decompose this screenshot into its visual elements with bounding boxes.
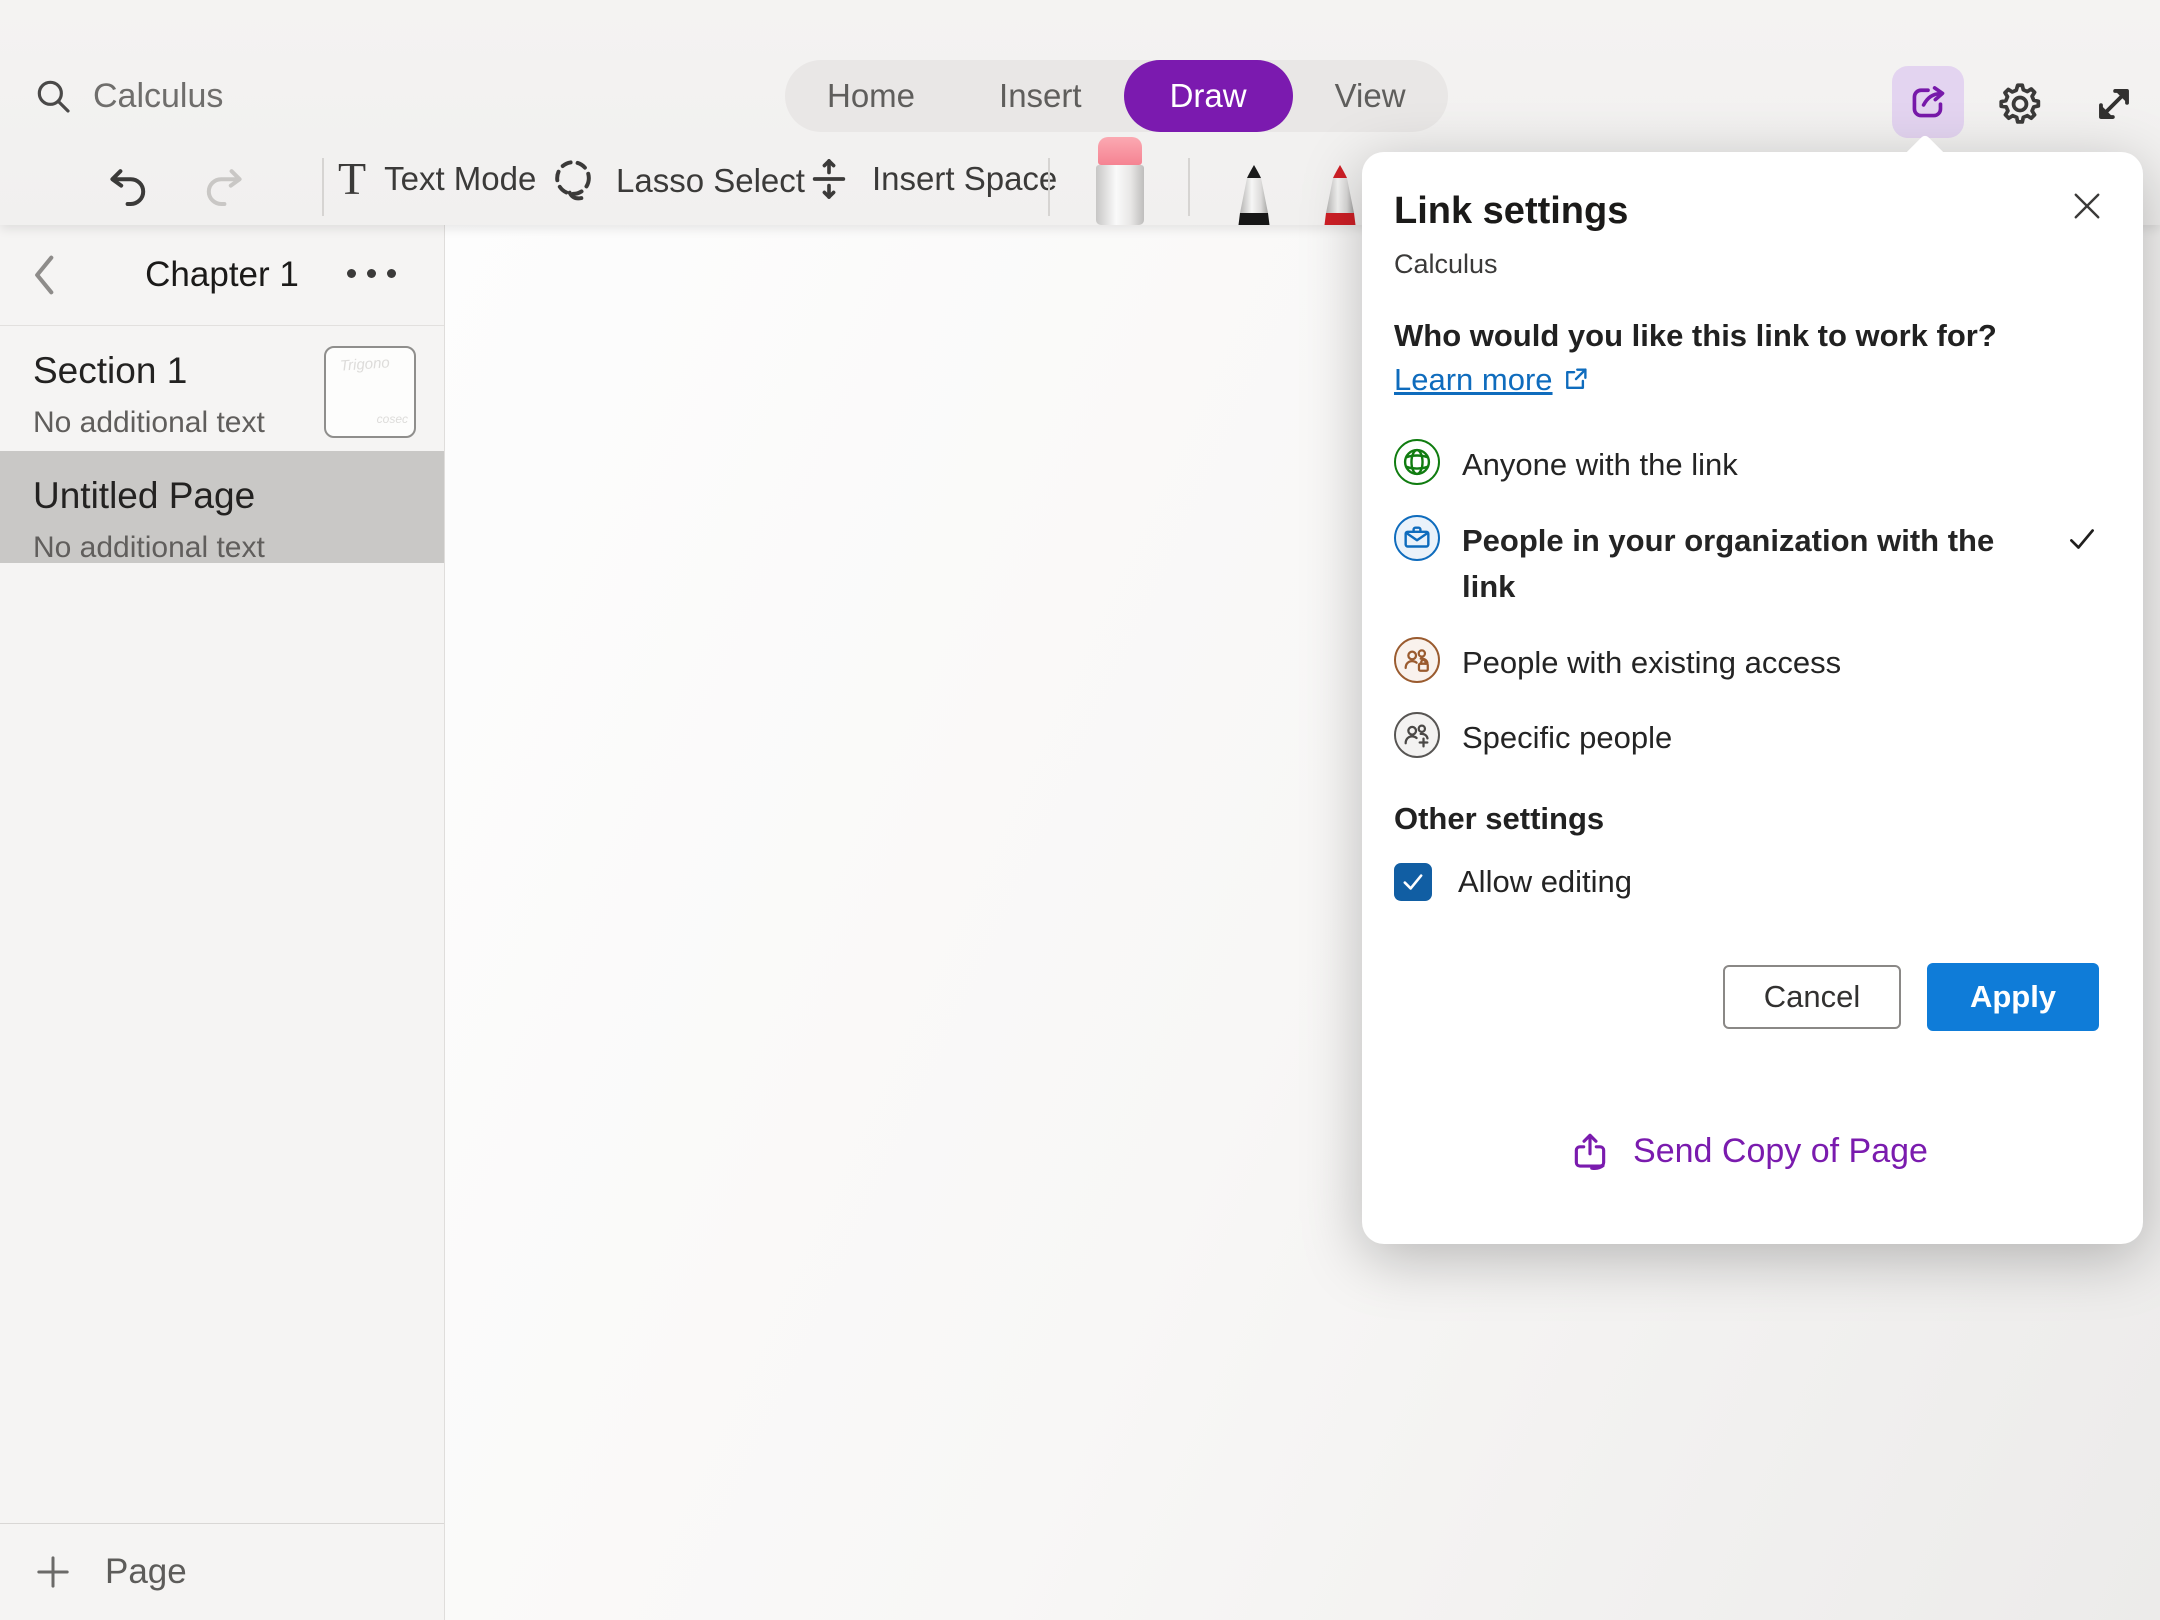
tab-home[interactable]: Home (785, 60, 957, 132)
add-page-label: Page (105, 1552, 187, 1592)
send-copy-label: Send Copy of Page (1633, 1132, 1928, 1171)
allow-editing-label: Allow editing (1458, 864, 1632, 900)
dialog-question: Who would you like this link to work for… (1394, 314, 2046, 402)
page-title: Untitled Page (33, 475, 444, 517)
option-people-in-organization[interactable]: People in your organization with the lin… (1394, 502, 2103, 624)
allow-editing-checkbox[interactable] (1394, 863, 1432, 901)
people-lock-icon (1394, 637, 1440, 683)
selected-check-icon (2065, 522, 2099, 556)
page-row-section-1[interactable]: Section 1 No additional text Trigono cos… (0, 326, 444, 451)
option-anyone-with-link[interactable]: Anyone with the link (1394, 426, 2103, 502)
redo-button[interactable] (200, 164, 248, 212)
share-button[interactable] (1892, 66, 1964, 138)
external-link-icon (1561, 364, 1591, 394)
black-pen-tool[interactable] (1228, 163, 1280, 225)
tab-insert[interactable]: Insert (957, 60, 1124, 132)
option-specific-people[interactable]: Specific people (1394, 699, 2103, 775)
tab-view[interactable]: View (1293, 60, 1448, 132)
option-people-existing-access[interactable]: People with existing access (1394, 624, 2103, 700)
add-page-button[interactable]: Page (0, 1523, 444, 1620)
cancel-button[interactable]: Cancel (1723, 965, 1901, 1029)
eraser-body (1096, 165, 1144, 225)
share-icon (1906, 80, 1950, 124)
search-icon (33, 76, 73, 116)
allow-editing-row[interactable]: Allow editing (1394, 863, 2103, 901)
link-settings-dialog: Link settings Calculus Who would you lik… (1362, 152, 2143, 1244)
ribbon-tabbar: Home Insert Draw View (785, 60, 1448, 132)
more-options-icon[interactable] (347, 269, 396, 278)
page-thumbnail: Trigono cosec (324, 346, 416, 438)
text-mode-button[interactable]: T Text Mode (338, 156, 536, 202)
briefcase-icon (1394, 515, 1440, 561)
apply-button[interactable]: Apply (1927, 963, 2099, 1031)
globe-icon (1394, 439, 1440, 485)
lasso-select-button[interactable]: Lasso Select (548, 156, 805, 206)
toolbar-divider (322, 158, 324, 216)
redo-icon (200, 164, 248, 212)
toolbar-divider (1188, 158, 1190, 216)
plus-icon (33, 1552, 73, 1592)
eraser-cap (1098, 137, 1142, 165)
tab-draw[interactable]: Draw (1124, 60, 1293, 132)
page-subtitle: No additional text (33, 531, 444, 565)
close-icon (2069, 188, 2105, 224)
share-up-icon (1569, 1130, 1611, 1172)
sidebar-header: Chapter 1 (0, 225, 444, 326)
notebook-search[interactable]: Calculus (33, 76, 223, 116)
send-copy-of-page-button[interactable]: Send Copy of Page (1569, 1130, 1928, 1172)
lasso-icon (548, 156, 598, 206)
dialog-subtitle: Calculus (1394, 249, 2103, 280)
dialog-actions: Cancel Apply (1394, 963, 2103, 1031)
undo-button[interactable] (104, 164, 152, 212)
link-audience-options: Anyone with the link People in your orga… (1394, 426, 2103, 775)
insert-space-button[interactable]: Insert Space (806, 156, 1057, 202)
undo-icon (104, 164, 152, 212)
settings-button[interactable] (1994, 78, 2046, 130)
notebook-title: Calculus (93, 77, 223, 116)
person-add-icon (1394, 712, 1440, 758)
dialog-title: Link settings (1394, 190, 2103, 233)
other-settings-heading: Other settings (1394, 801, 2103, 837)
pages-sidebar: Chapter 1 Section 1 No additional text T… (0, 225, 445, 1620)
eraser-tool[interactable] (1096, 137, 1144, 225)
toolbar-divider (1048, 158, 1050, 216)
page-row-untitled-page[interactable]: Untitled Page No additional text (0, 451, 444, 563)
text-mode-icon: T (338, 156, 366, 202)
learn-more-link[interactable]: Learn more (1394, 362, 1591, 397)
fullscreen-button[interactable] (2088, 78, 2140, 130)
expand-icon (2091, 81, 2137, 127)
gear-icon (1995, 79, 2045, 129)
close-button[interactable] (2067, 186, 2107, 226)
insert-space-icon (806, 156, 852, 202)
red-pen-tool[interactable] (1314, 163, 1366, 225)
